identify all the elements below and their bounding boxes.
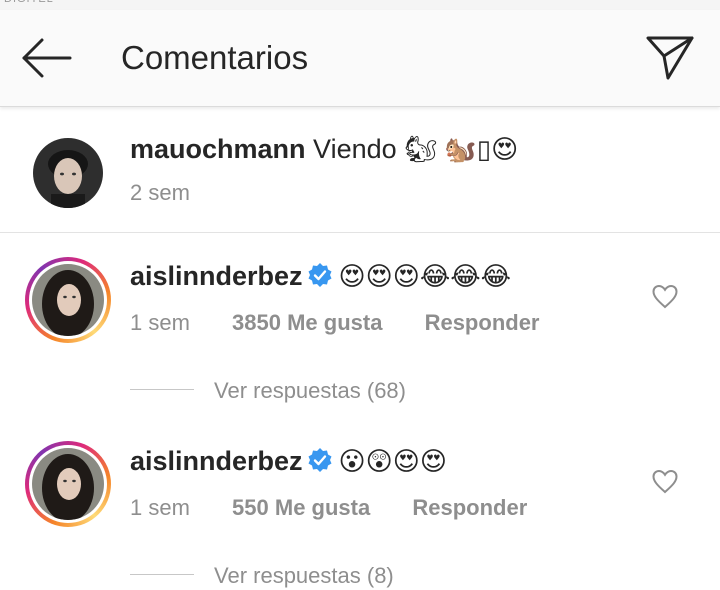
caption-line: mauochmann Viendo 🐿 🐿️▯😍 xyxy=(130,134,518,165)
comment-line: aislinnderbez 😮😲😍😍 xyxy=(130,446,447,477)
avatar xyxy=(32,448,104,520)
view-replies-button[interactable]: Ver respuestas (8) xyxy=(214,563,394,589)
comment-emojis: 😍😍😍😂😂😂 xyxy=(338,261,511,291)
avatar[interactable] xyxy=(33,138,103,208)
page-title: Comentarios xyxy=(121,39,309,76)
verified-badge-icon xyxy=(308,448,332,472)
comment-line: aislinnderbez 😍😍😍😂😂😂 xyxy=(130,261,511,292)
replies-divider xyxy=(130,574,194,575)
heart-icon xyxy=(652,469,678,494)
reply-button[interactable]: Responder xyxy=(425,310,540,335)
post-caption: mauochmann Viendo 🐿 🐿️▯😍 2 sem xyxy=(0,107,720,233)
reply-button[interactable]: Responder xyxy=(412,495,527,520)
likes-count[interactable]: 550 Me gusta xyxy=(232,495,370,520)
like-button[interactable] xyxy=(651,283,679,311)
arrow-left-icon xyxy=(22,38,72,78)
comment-time: 1 sem xyxy=(130,310,190,335)
story-ring[interactable] xyxy=(25,441,111,527)
paper-plane-icon xyxy=(646,36,694,80)
share-button[interactable] xyxy=(644,32,696,84)
comment-meta: 1 sem 3850 Me gusta Responder xyxy=(130,310,540,336)
verified-badge-icon xyxy=(308,263,332,287)
like-button[interactable] xyxy=(651,468,679,496)
status-bar: DIGITEL xyxy=(0,0,720,10)
back-button[interactable] xyxy=(20,36,74,80)
caption-username[interactable]: mauochmann xyxy=(130,134,306,164)
comment-emojis: 😮😲😍😍 xyxy=(338,446,447,476)
comment-meta: 1 sem 550 Me gusta Responder xyxy=(130,495,527,521)
view-replies-button[interactable]: Ver respuestas (68) xyxy=(214,378,406,404)
likes-count[interactable]: 3850 Me gusta xyxy=(232,310,382,335)
avatar xyxy=(32,264,104,336)
caption-emojis: 🐿 🐿️▯😍 xyxy=(404,134,519,164)
replies-divider xyxy=(130,389,194,390)
caption-time: 2 sem xyxy=(130,180,190,205)
story-ring[interactable] xyxy=(25,257,111,343)
status-text: DIGITEL xyxy=(4,0,54,5)
caption-text: Viendo xyxy=(313,134,397,164)
comment-username[interactable]: aislinnderbez xyxy=(130,261,303,291)
heart-icon xyxy=(652,284,678,309)
top-bar: Comentarios xyxy=(0,10,720,107)
comment-time: 1 sem xyxy=(130,495,190,520)
comment-username[interactable]: aislinnderbez xyxy=(130,446,303,476)
